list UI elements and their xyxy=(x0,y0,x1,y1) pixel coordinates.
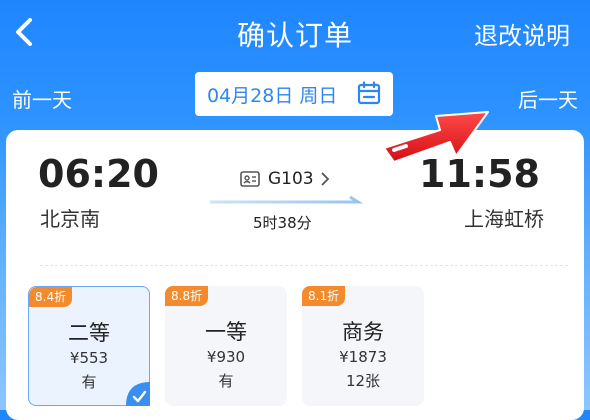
seat-option-first-class[interactable]: 8.8折 一等 ¥930 有 xyxy=(165,286,287,406)
train-info-link[interactable]: G103 xyxy=(240,167,330,191)
ticket-icon xyxy=(240,171,260,187)
date-selector[interactable]: 04月28日 周日 xyxy=(195,72,393,116)
seat-class-name: 商务 xyxy=(342,320,384,344)
next-day-button[interactable]: 后一天 xyxy=(518,84,578,113)
seat-availability: 有 xyxy=(218,372,234,390)
train-number: G103 xyxy=(268,169,314,189)
checkmark-icon xyxy=(126,382,150,406)
header-bar: 确认订单 退改说明 xyxy=(0,0,590,66)
previous-day-button[interactable]: 前一天 xyxy=(12,84,72,113)
divider xyxy=(40,265,568,266)
discount-badge: 8.8折 xyxy=(165,286,209,306)
departure-station: 北京南 xyxy=(40,207,100,231)
discount-badge: 8.4折 xyxy=(29,287,73,307)
seat-class-name: 一等 xyxy=(205,320,247,344)
seat-price: ¥553 xyxy=(69,349,109,367)
seat-price: ¥930 xyxy=(206,348,246,366)
selected-date: 04月28日 周日 xyxy=(207,84,338,107)
seat-price: ¥1873 xyxy=(339,348,387,366)
seat-option-business-class[interactable]: 8.1折 商务 ¥1873 12张 xyxy=(302,286,424,406)
chevron-right-icon xyxy=(320,172,329,186)
route-arrow xyxy=(210,196,364,204)
seat-option-second-class[interactable]: 8.4折 二等 ¥553 有 xyxy=(28,286,150,406)
seat-availability: 12张 xyxy=(345,372,381,390)
departure-time: 06:20 xyxy=(38,152,159,196)
discount-badge: 8.1折 xyxy=(302,286,346,306)
calendar-icon xyxy=(357,81,381,105)
red-arrow-annotation-icon xyxy=(383,111,489,163)
refund-policy-link[interactable]: 退改说明 xyxy=(474,16,570,51)
seat-class-name: 二等 xyxy=(68,321,110,345)
arrival-station: 上海虹桥 xyxy=(464,207,544,231)
trip-duration: 5时38分 xyxy=(253,214,312,232)
